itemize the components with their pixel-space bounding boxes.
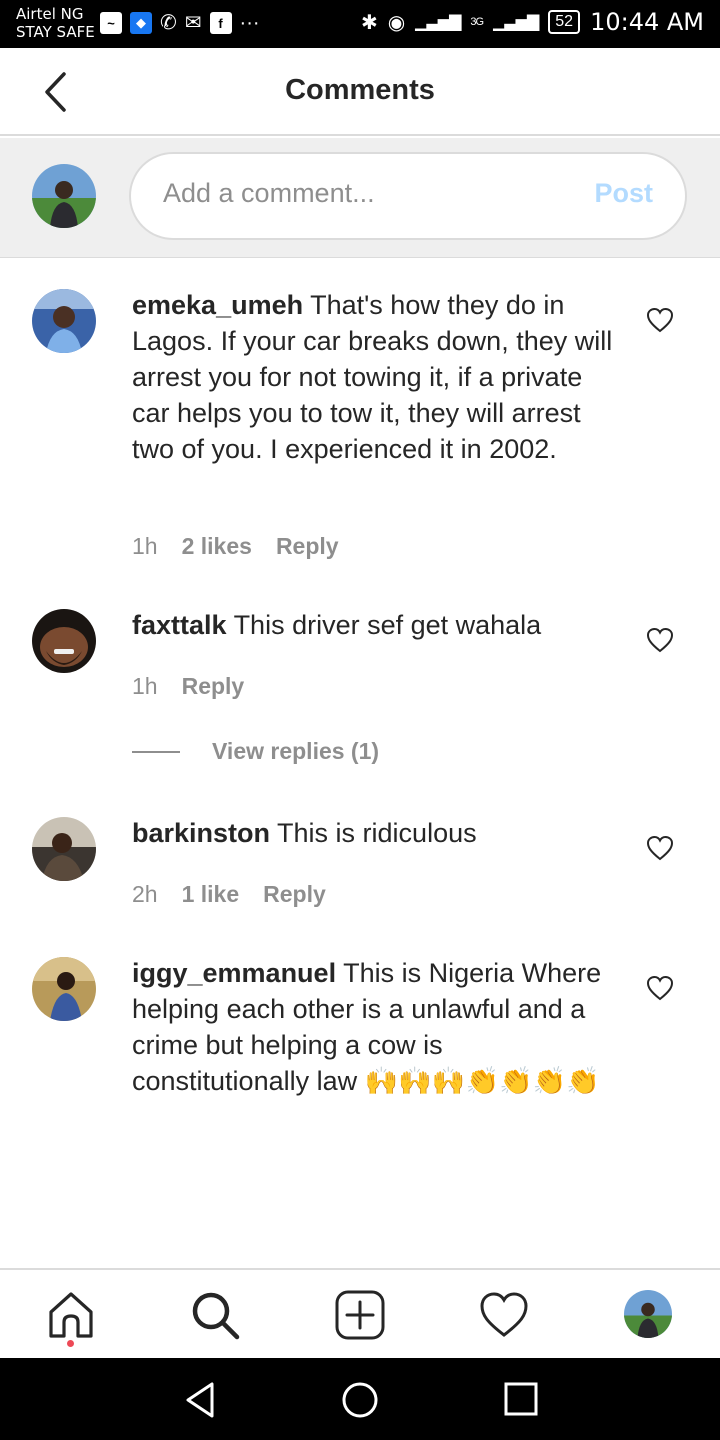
reply-button[interactable]: Reply [276,533,339,560]
comment-text: This driver sef get wahala [233,610,542,640]
system-recents-button[interactable] [502,1380,542,1420]
comment-text: This is ridiculous [277,818,477,848]
eye-comfort-icon: ◉ [387,11,406,34]
heart-icon [646,307,674,333]
heart-icon [646,835,674,861]
more-notifications-icon: ··· [239,12,260,34]
comment-meta: 1h Reply [132,673,244,700]
status-bar: Airtel NG STAY SAFE ~ ◆ ✆ ✉ f ··· ✱ ◉ ▁▃… [0,0,720,48]
heart-icon [480,1292,528,1337]
likes-count[interactable]: 1 like [182,881,240,908]
new-post-tab[interactable] [335,1290,385,1340]
clock: 10:44 AM [590,8,704,36]
search-tab[interactable] [190,1290,240,1340]
comment-time: 2h [132,881,158,907]
activity-tab[interactable] [479,1290,529,1340]
signal-icon-2: ▁▃▅▇ [493,14,539,31]
divider-line [132,750,180,753]
commenter-avatar[interactable] [32,289,96,353]
battery-icon: 52 [548,10,581,34]
profile-tab[interactable] [624,1290,672,1338]
likes-count[interactable]: 2 likes [182,533,252,560]
commenter-avatar[interactable] [32,957,96,1021]
home-tab[interactable] [46,1290,96,1340]
whatsapp-icon: ✆ [160,12,177,34]
heart-icon [646,627,674,653]
like-button[interactable] [646,975,674,1001]
reply-button[interactable]: Reply [182,673,245,700]
home-icon [49,1292,93,1338]
activity-icon: ~ [100,12,122,34]
comment-composer: Post [0,138,720,258]
system-icons: ✱ ◉ ▁▃▅▇ 3G ▁▃▅▇ 52 10:44 AM [361,8,704,36]
page-title: Comments [285,74,435,106]
comment-time: 1h [132,533,158,559]
my-avatar [32,164,96,228]
view-replies-label: View replies (1) [212,738,380,764]
facebook-icon: f [209,12,232,34]
system-back-button[interactable] [182,1380,222,1420]
circle-home-icon [342,1382,378,1418]
reply-button[interactable]: Reply [263,881,326,908]
like-button[interactable] [646,307,674,333]
comment-text-block: iggy_emmanuel This is Nigeria Where help… [132,955,622,1099]
header: Comments [0,48,720,136]
comment-box: Post [129,152,687,240]
shield-icon: ◆ [130,12,152,34]
comment-meta: 2h 1 like Reply [132,881,326,908]
commenter-avatar[interactable] [32,609,96,673]
comment-meta: 1h 2 likes Reply [132,533,339,560]
profile-avatar [624,1290,672,1338]
carrier-name: Airtel NG [16,5,84,23]
network-type: 3G [470,16,484,28]
search-icon [192,1292,240,1340]
bottom-navigation [0,1268,720,1358]
carrier-info: Airtel NG STAY SAFE [16,5,95,41]
bluetooth-icon: ✱ [360,11,378,34]
system-home-button[interactable] [340,1380,380,1420]
carrier-message: STAY SAFE [16,23,95,41]
view-replies-button[interactable]: View replies (1) [132,738,379,765]
comment-username[interactable]: iggy_emmanuel [132,958,336,988]
like-button[interactable] [646,835,674,861]
system-navigation-bar [0,1358,720,1440]
mail-icon: ✉ [184,12,202,34]
comment-username[interactable]: faxttalk [132,610,227,640]
heart-icon [646,975,674,1001]
add-post-icon [335,1290,385,1340]
comment-time: 1h [132,673,158,699]
notification-icons: ~ ◆ ✆ ✉ f ··· [100,12,260,34]
like-button[interactable] [646,627,674,653]
commenter-avatar[interactable] [32,817,96,881]
comment-text-block: barkinston This is ridiculous [132,815,622,851]
comment-username[interactable]: emeka_umeh [132,290,303,320]
post-button[interactable]: Post [594,178,653,209]
comment-text-block: emeka_umeh That's how they do in Lagos. … [132,287,622,467]
comment-text-block: faxttalk This driver sef get wahala [132,607,622,643]
comment-input[interactable] [163,178,563,209]
signal-icon: ▁▃▅▇ [415,14,461,31]
square-recents-icon [504,1382,538,1416]
notification-dot [67,1340,74,1347]
triangle-back-icon [186,1382,214,1418]
comment-username[interactable]: barkinston [132,818,270,848]
